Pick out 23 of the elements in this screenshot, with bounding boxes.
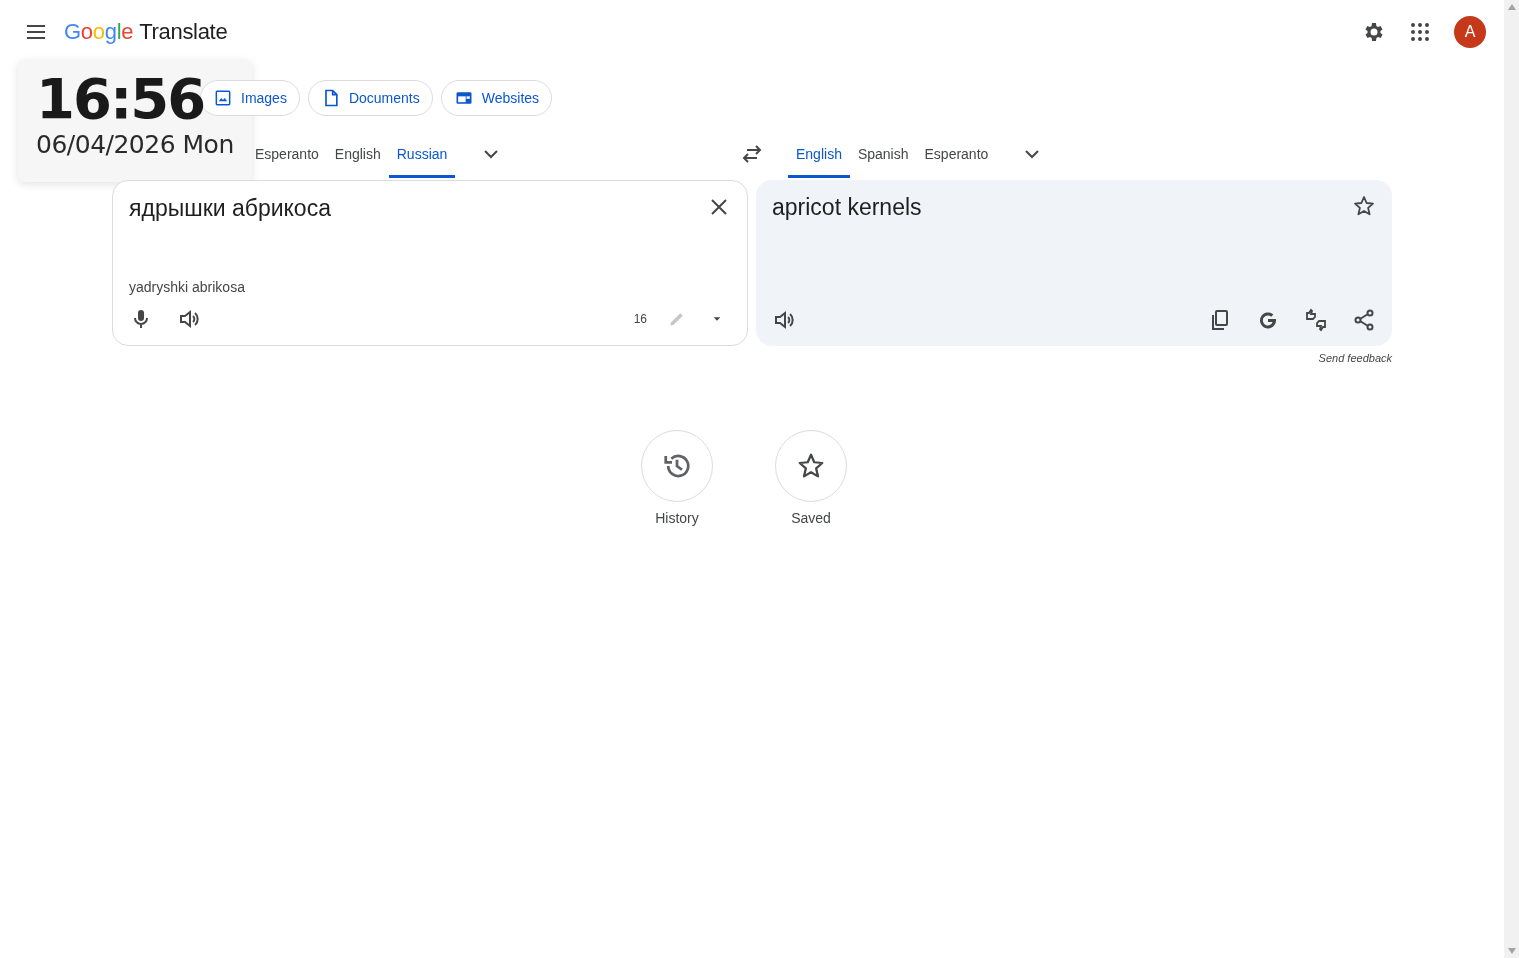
mode-tab[interactable]: Documents [307, 80, 433, 116]
mode-tab[interactable]: Websites [440, 80, 553, 116]
language-tab[interactable]: Esperanto [247, 130, 327, 178]
star-icon[interactable] [1352, 194, 1376, 218]
apps-grid-icon[interactable] [1408, 20, 1432, 44]
images-icon [213, 88, 233, 108]
speaker-icon[interactable] [772, 308, 796, 332]
shortcut-label: History [655, 510, 699, 526]
clock-date: 06/04/2026 Mon [36, 130, 234, 159]
account-avatar[interactable]: A [1454, 16, 1486, 48]
speaker-icon[interactable] [177, 307, 201, 331]
language-tab[interactable]: Spanish [849, 130, 917, 178]
character-count: 16 [633, 312, 647, 326]
language-tab[interactable]: English [326, 130, 389, 178]
thumbs-icon[interactable] [1304, 308, 1328, 332]
source-text-input[interactable]: ядрышки абрикоса [129, 195, 331, 222]
language-tab[interactable]: Esperanto [916, 130, 997, 178]
send-feedback-link[interactable]: Send feedback [1318, 352, 1392, 364]
share-icon[interactable] [1352, 308, 1376, 332]
logo[interactable]: Google Translate [64, 19, 228, 45]
translation-text: apricot kernels [772, 194, 922, 221]
shortcut-label: Saved [791, 510, 831, 526]
transliteration-text: yadryshki abrikosa [129, 279, 246, 295]
